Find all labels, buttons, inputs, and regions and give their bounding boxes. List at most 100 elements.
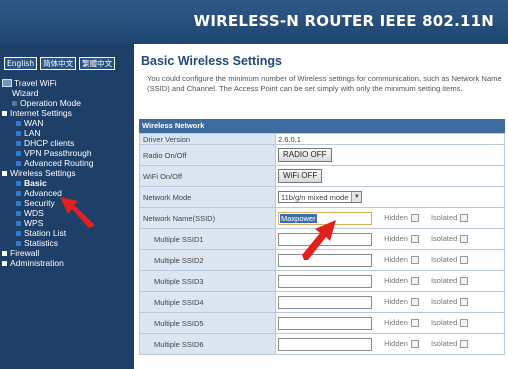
bullet-icon	[16, 190, 21, 196]
bullet-icon	[12, 100, 17, 106]
hidden-checkbox[interactable]	[410, 235, 419, 243]
sidebar-item-wds[interactable]: WDS	[2, 208, 132, 218]
sidebar-item-label: VPN Passthrough	[24, 148, 92, 158]
lang-english-button[interactable]: English	[4, 57, 38, 70]
sidebar-item-label: Basic	[24, 178, 47, 188]
sidebar-item-security[interactable]: Security	[2, 198, 132, 208]
hidden-checkbox[interactable]	[410, 319, 419, 327]
sidebar-item-wps[interactable]: WPS	[2, 218, 132, 228]
sidebar-item-dhcp-clients[interactable]: DHCP clients	[2, 138, 132, 148]
sidebar-item-vpn-passthrough[interactable]: VPN Passthrough	[2, 148, 132, 158]
bullet-icon	[16, 120, 21, 126]
hidden-checkbox[interactable]	[410, 214, 419, 222]
lang-simplified-chinese-button[interactable]: 简体中文	[40, 57, 77, 70]
wifi-off-button[interactable]: WiFi OFF	[278, 169, 323, 183]
ssid-input[interactable]: Maxpower	[278, 211, 372, 225]
isolated-checkbox[interactable]	[460, 298, 469, 306]
hidden-label: Hidden	[384, 275, 408, 285]
sidebar-item-basic[interactable]: Basic	[2, 178, 132, 188]
multiple-ssid3-input[interactable]	[278, 274, 372, 288]
isolated-checkbox[interactable]	[460, 214, 469, 222]
bullet-icon	[16, 210, 21, 216]
sidebar-item-internet-settings[interactable]: Internet Settings	[2, 108, 132, 118]
sidebar-item-advanced-routing[interactable]: Advanced Routing	[2, 158, 132, 168]
isolated-label: Isolated	[430, 338, 458, 348]
hidden-label: Hidden	[384, 338, 408, 348]
isolated-label: Isolated	[430, 233, 458, 243]
collapsed-square-icon	[2, 250, 7, 256]
sidebar-item-lan[interactable]: LAN	[2, 128, 132, 138]
multiple-ssid1-label: Multiple SSID1	[139, 228, 276, 250]
sidebar-item-label: Station List	[24, 228, 67, 238]
multiple-ssid6-input[interactable]	[278, 337, 372, 351]
sidebar-item-statistics[interactable]: Statistics	[2, 238, 132, 248]
expand-square-icon	[2, 110, 7, 116]
table-row: Multiple SSID2 Hidden Isolated	[139, 249, 505, 271]
sidebar-item-label: Advanced	[24, 188, 62, 198]
wireless-network-panel: Wireless Network Driver Version 2.6.0.1 …	[139, 119, 505, 355]
bullet-icon	[16, 150, 21, 156]
sidebar-item-travel-wifi[interactable]: Travel WiFi	[2, 78, 132, 88]
sidebar-item-label: Administration	[10, 258, 64, 268]
language-switcher: English 简体中文 繁體中文	[4, 57, 116, 70]
isolated-checkbox[interactable]	[460, 319, 469, 327]
ssid-selected-text: Maxpower	[280, 213, 317, 223]
hidden-checkbox[interactable]	[410, 340, 419, 348]
expand-square-icon	[2, 170, 7, 176]
sidebar-item-label: Wizard	[12, 88, 39, 98]
bullet-icon	[16, 220, 21, 226]
sidebar-item-administration[interactable]: Administration	[2, 258, 132, 268]
ssid-label: Network Name(SSID)	[139, 207, 276, 229]
collapsed-square-icon	[2, 260, 7, 266]
isolated-label: Isolated	[430, 317, 458, 327]
bullet-icon	[16, 160, 21, 166]
sidebar-item-station-list[interactable]: Station List	[2, 228, 132, 238]
hidden-checkbox[interactable]	[410, 298, 419, 306]
sidebar-item-label: Internet Settings	[10, 108, 72, 118]
radio-off-button[interactable]: RADIO OFF	[278, 148, 332, 162]
multiple-ssid2-input[interactable]	[278, 253, 372, 267]
sidebar-item-label: Firewall	[10, 248, 40, 258]
table-row: Multiple SSID6 Hidden Isolated	[139, 333, 505, 355]
sidebar-item-wan[interactable]: WAN	[2, 118, 132, 128]
table-row: Multiple SSID4 Hidden Isolated	[139, 291, 505, 313]
sidebar-item-advanced[interactable]: Advanced	[2, 188, 132, 198]
table-row: WiFi On/Off WiFi OFF	[139, 165, 505, 187]
page-description: You could configure the minimum number o…	[147, 74, 502, 93]
main-content: Basic Wireless Settings You could config…	[134, 44, 508, 369]
wifi-label: WiFi On/Off	[139, 165, 276, 187]
chevron-down-icon: ▼	[351, 192, 362, 202]
sidebar-item-label: Security	[24, 198, 55, 208]
sidebar-item-label: Wireless Settings	[10, 168, 76, 178]
network-mode-label: Network Mode	[139, 186, 276, 208]
hidden-checkbox[interactable]	[410, 277, 419, 285]
isolated-checkbox[interactable]	[460, 277, 469, 285]
network-mode-select[interactable]: 11b/g/n mixed mode ▼	[278, 191, 363, 203]
driver-version-label: Driver Version	[139, 133, 276, 145]
isolated-checkbox[interactable]	[460, 340, 469, 348]
panel-title: Wireless Network	[139, 119, 505, 133]
isolated-checkbox[interactable]	[460, 235, 469, 243]
sidebar-item-firewall[interactable]: Firewall	[2, 248, 132, 258]
sidebar-item-label: WAN	[24, 118, 44, 128]
isolated-checkbox[interactable]	[460, 256, 469, 264]
isolated-label: Isolated	[430, 275, 458, 285]
bullet-icon	[16, 200, 21, 206]
multiple-ssid1-input[interactable]	[278, 232, 372, 246]
lang-traditional-chinese-button[interactable]: 繁體中文	[79, 57, 116, 70]
sidebar-item-wizard[interactable]: Wizard	[2, 88, 132, 98]
table-row: Network Name(SSID) Maxpower Hidden Isola…	[139, 207, 505, 229]
sidebar-item-wireless-settings[interactable]: Wireless Settings	[2, 168, 132, 178]
sidebar-item-operation-mode[interactable]: Operation Mode	[2, 98, 132, 108]
multiple-ssid4-input[interactable]	[278, 295, 372, 309]
bullet-icon	[16, 130, 21, 136]
bullet-icon	[16, 180, 21, 186]
hidden-label: Hidden	[384, 233, 408, 243]
hidden-label: Hidden	[384, 296, 408, 306]
multiple-ssid4-label: Multiple SSID4	[139, 291, 276, 313]
table-row: Multiple SSID5 Hidden Isolated	[139, 312, 505, 334]
isolated-label: Isolated	[430, 296, 458, 306]
multiple-ssid5-input[interactable]	[278, 316, 372, 330]
hidden-checkbox[interactable]	[410, 256, 419, 264]
page-title: Basic Wireless Settings	[141, 54, 282, 68]
